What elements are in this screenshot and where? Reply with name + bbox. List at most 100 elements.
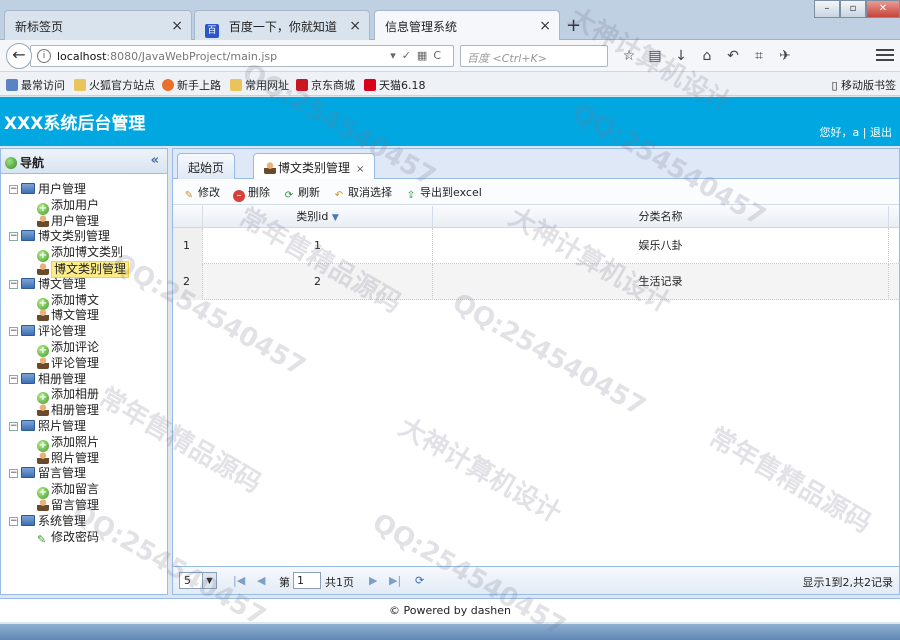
refresh-button[interactable]: ⟳ 刷新 xyxy=(283,184,320,202)
search-input[interactable]: 百度 <Ctrl+K> xyxy=(460,45,608,67)
sidebar-item[interactable]: + 添加留言 xyxy=(1,482,167,500)
prev-page-icon[interactable]: ◀ xyxy=(257,574,265,587)
export-excel-button[interactable]: ⇪ 导出到excel xyxy=(405,184,482,202)
page-number-input[interactable]: 1 xyxy=(293,572,321,589)
download-icon[interactable]: ↓ xyxy=(668,48,694,64)
user-icon xyxy=(37,214,49,227)
sidebar-item[interactable]: 博文类别管理 xyxy=(1,260,167,278)
column-header-name[interactable]: 分类名称 xyxy=(433,206,889,228)
sidebar-item-label: 博文类别管理 xyxy=(51,260,130,278)
collapse-toggle-icon[interactable]: − xyxy=(9,185,18,194)
cell-name: 娱乐八卦 xyxy=(433,228,889,264)
first-page-icon[interactable]: |◀ xyxy=(233,574,245,587)
page-prefix: 第 xyxy=(279,576,290,589)
mobile-bookmarks[interactable]: ▯ 移动版书签 xyxy=(831,77,896,93)
pagination-bar: 5 ▼ |◀ ◀ 第 1 共1页 ▶ ▶| ⟳ 显示1到2,共2记录 xyxy=(173,566,899,594)
bookmark-firefox-site[interactable]: 火狐官方站点 xyxy=(74,77,155,93)
browser-tab-label: 百度一下，你就知道 xyxy=(228,20,337,34)
sidebar-item[interactable]: 博文管理 xyxy=(1,308,167,324)
collapse-toggle-icon[interactable]: − xyxy=(9,232,18,242)
chevron-down-icon: ▼ xyxy=(202,573,216,588)
address-bar[interactable]: i localhost:8080/JavaWebProject/main.jsp… xyxy=(30,45,454,67)
window-close-icon[interactable]: ✕ xyxy=(866,0,900,18)
folder-icon xyxy=(74,79,86,91)
bookmark-getting-started[interactable]: 新手上路 xyxy=(162,77,221,93)
cancel-select-button[interactable]: ↶ 取消选择 xyxy=(333,184,392,202)
tree-group[interactable]: − 留言管理 xyxy=(1,466,167,482)
tree-group[interactable]: − 博文管理 xyxy=(1,277,167,293)
delete-icon: – xyxy=(233,190,245,202)
sidebar-item[interactable]: + 添加评论 xyxy=(1,340,167,357)
sidebar-item-label: 添加相册 xyxy=(51,387,100,402)
sidebar-item[interactable]: + 添加相册 xyxy=(1,387,167,405)
reader-icon[interactable]: ▤ xyxy=(642,48,668,64)
sidebar-item[interactable]: + 添加照片 xyxy=(1,435,167,452)
browser-tab-label: 信息管理系统 xyxy=(385,20,458,34)
next-page-icon[interactable]: ▶ xyxy=(369,574,377,587)
collapse-toggle-icon[interactable]: − xyxy=(9,279,18,289)
logout-link[interactable]: 退出 xyxy=(870,126,892,139)
sidebar-item-label: 用户管理 xyxy=(51,213,100,228)
footer: © Powered by dashen xyxy=(0,598,900,622)
collapse-toggle-icon[interactable]: − xyxy=(9,516,18,526)
tree-group[interactable]: − 系统管理 xyxy=(1,514,167,530)
sidebar-item[interactable]: 用户管理 xyxy=(1,214,167,230)
sidebar-item[interactable]: ✎ 修改密码 xyxy=(1,530,167,546)
collapse-toggle-icon[interactable]: − xyxy=(9,374,18,384)
collapse-toggle-icon[interactable]: − xyxy=(9,327,18,337)
collapse-toggle-icon[interactable]: − xyxy=(9,421,18,431)
browser-tab-baidu[interactable]: 百 百度一下，你就知道 × xyxy=(194,10,370,41)
star-icon[interactable]: ☆ xyxy=(616,48,642,64)
tree-group-label: 留言管理 xyxy=(38,466,87,481)
nav-tree: − 用户管理 + 添加用户 用户管理 − 博文类别管理 + 添加博文类别 博文类别管理 − 博文管理 +… xyxy=(1,174,167,545)
tree-group[interactable]: − 相册管理 xyxy=(1,372,167,388)
close-icon[interactable]: × xyxy=(539,18,551,34)
sidebar-item[interactable]: + 添加用户 xyxy=(1,198,167,215)
table-row[interactable]: 2 2 生活记录 xyxy=(173,264,899,300)
back-arrow-icon[interactable]: ← xyxy=(6,43,32,69)
collapse-toggle-icon[interactable]: − xyxy=(9,469,18,479)
sidebar-item[interactable]: 评论管理 xyxy=(1,356,167,372)
sidebar-item[interactable]: 相册管理 xyxy=(1,403,167,419)
page-size-select[interactable]: 5 ▼ xyxy=(179,572,217,589)
extension-icon[interactable]: ✈ xyxy=(772,48,798,64)
refresh-icon[interactable]: ⟳ xyxy=(415,574,424,587)
tree-group[interactable]: − 评论管理 xyxy=(1,324,167,340)
greeting-text: 您好，a xyxy=(819,126,860,139)
collapse-icon[interactable]: « xyxy=(151,153,159,168)
url-tools-icons[interactable]: ▾✓▦C xyxy=(390,49,447,62)
bookmark-most-visited[interactable]: 最常访问 xyxy=(6,77,65,93)
sidebar-item[interactable]: + 添加博文 xyxy=(1,293,167,310)
home-icon[interactable]: ⌂ xyxy=(694,48,720,64)
sidebar-item[interactable]: 照片管理 xyxy=(1,451,167,467)
close-icon[interactable]: × xyxy=(171,18,183,34)
computer-icon xyxy=(21,372,35,384)
tree-group[interactable]: − 用户管理 xyxy=(1,182,167,198)
new-tab-icon[interactable]: + xyxy=(566,15,581,36)
tab-start-page[interactable]: 起始页 xyxy=(177,153,236,179)
bookmark-common-sites[interactable]: 常用网址 xyxy=(230,77,289,93)
minimize-icon[interactable]: – xyxy=(814,0,840,18)
close-icon[interactable]: × xyxy=(356,164,364,175)
edit-button[interactable]: ✎ 修改 xyxy=(183,184,220,202)
browser-tab-new[interactable]: 新标签页 × xyxy=(4,10,192,41)
sort-desc-icon: ▼ xyxy=(331,213,339,223)
crop-icon[interactable]: ⌗ xyxy=(746,48,772,64)
share-icon[interactable]: ↶ xyxy=(720,48,746,64)
hamburger-menu-icon[interactable] xyxy=(876,46,894,64)
column-header-id[interactable]: 类别id ▼ xyxy=(203,206,433,228)
close-icon[interactable]: × xyxy=(349,18,361,34)
info-icon[interactable]: i xyxy=(37,49,51,63)
maximize-icon[interactable]: ▫ xyxy=(840,0,866,18)
tree-group[interactable]: − 博文类别管理 xyxy=(1,229,167,245)
table-row[interactable]: 1 1 娱乐八卦 xyxy=(173,228,899,264)
delete-button[interactable]: – 删除 xyxy=(233,184,270,202)
browser-tab-active[interactable]: 信息管理系统 × xyxy=(374,10,560,41)
last-page-icon[interactable]: ▶| xyxy=(389,574,401,587)
tree-group[interactable]: − 照片管理 xyxy=(1,419,167,435)
sidebar-item[interactable]: + 添加博文类别 xyxy=(1,245,167,263)
tab-category-manage[interactable]: 博文类别管理 × xyxy=(253,153,376,180)
sidebar-item[interactable]: 留言管理 xyxy=(1,498,167,514)
bookmark-jd[interactable]: 京东商城 xyxy=(296,77,355,93)
bookmark-tmall[interactable]: 天猫6.18 xyxy=(364,77,426,93)
